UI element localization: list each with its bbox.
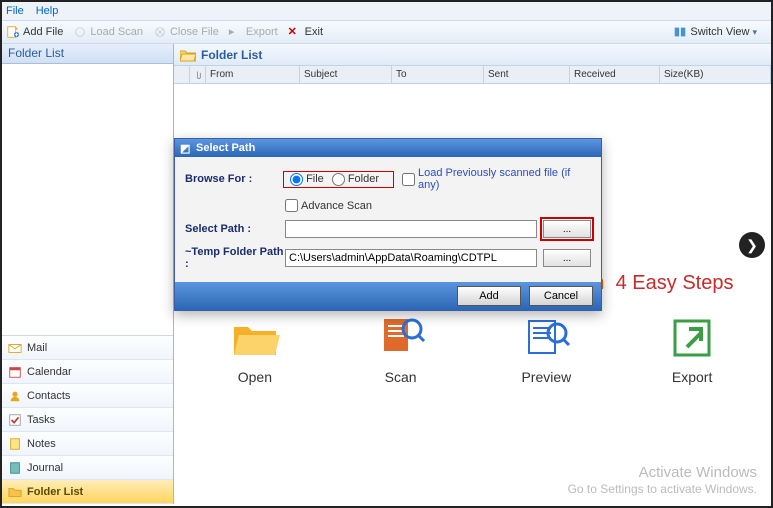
export-arrow-icon — [667, 313, 717, 363]
sidebar-item-folder-list[interactable]: Folder List — [2, 480, 173, 504]
sidebar-head: Folder List — [2, 44, 173, 64]
load-prev-input[interactable] — [402, 173, 415, 186]
load-scan-icon — [73, 25, 87, 39]
close-file-label: Close File — [170, 26, 219, 38]
sidebar-item-mail[interactable]: Mail — [2, 336, 173, 360]
column-headers: From Subject To Sent Received Size(KB) — [174, 66, 771, 84]
cancel-button[interactable]: Cancel — [529, 286, 593, 306]
exit-button[interactable]: ✕ Exit — [288, 25, 323, 39]
browse-for-label: Browse For : — [185, 173, 283, 185]
radio-folder[interactable]: Folder — [332, 173, 379, 186]
add-file-icon — [6, 25, 20, 39]
dialog-titlebar: ◩ Select Path — [175, 139, 601, 157]
step-preview: Preview — [521, 313, 571, 385]
col-flag[interactable] — [174, 66, 190, 83]
journal-icon — [8, 461, 22, 475]
menubar: File Help — [2, 2, 771, 20]
temp-path-label: ~Temp Folder Path : — [185, 246, 285, 270]
sidebar-item-label: Folder List — [27, 486, 83, 498]
step-open: Open — [230, 313, 280, 385]
sidebar-item-label: Calendar — [27, 366, 72, 378]
col-size[interactable]: Size(KB) — [660, 66, 771, 83]
radio-folder-input[interactable] — [332, 173, 345, 186]
col-subject[interactable]: Subject — [300, 66, 392, 83]
step-scan: Scan — [376, 313, 426, 385]
toolbar: Add File Load Scan Close File ▸ Export ✕… — [2, 20, 771, 44]
advance-scan-input[interactable] — [285, 199, 298, 212]
switch-view-icon — [673, 25, 687, 39]
preview-icon — [521, 313, 571, 363]
sidebar-item-journal[interactable]: Journal — [2, 456, 173, 480]
load-scan-label: Load Scan — [90, 26, 143, 38]
menu-file[interactable]: File — [6, 5, 24, 17]
sidebar-item-notes[interactable]: Notes — [2, 432, 173, 456]
chevron-down-icon: ▾ — [752, 27, 757, 38]
exit-icon: ✕ — [288, 25, 302, 39]
menu-help[interactable]: Help — [36, 5, 59, 17]
sidebar-item-label: Notes — [27, 438, 56, 450]
sidebar-item-calendar[interactable]: Calendar — [2, 360, 173, 384]
browse-temp-button[interactable]: ... — [543, 249, 591, 267]
close-file-icon — [153, 25, 167, 39]
dialog-icon: ◩ — [180, 142, 192, 154]
sidebar: Folder List Mail Calendar Contacts Tasks… — [2, 44, 174, 504]
radio-file[interactable]: File — [290, 173, 324, 186]
dialog-footer: Add Cancel — [175, 282, 601, 310]
folder-open-icon — [180, 48, 196, 62]
next-button[interactable]: ❯ — [739, 232, 765, 258]
switch-view-button[interactable]: Switch View ▾ — [673, 25, 757, 39]
sidebar-item-label: Tasks — [27, 414, 55, 426]
tasks-icon — [8, 413, 22, 427]
advance-scan-checkbox[interactable]: Advance Scan — [285, 199, 372, 212]
export-button[interactable]: ▸ Export — [229, 25, 278, 39]
exit-label: Exit — [305, 26, 323, 38]
content-title: Folder List — [201, 48, 262, 62]
select-path-dialog: ◩ Select Path Browse For : File Folder L… — [174, 138, 602, 311]
load-prev-checkbox[interactable]: Load Previously scanned file (if any) — [402, 167, 591, 191]
contacts-icon — [8, 389, 22, 403]
windows-watermark: Activate Windows Go to Settings to activ… — [568, 463, 757, 498]
export-label: Export — [246, 26, 278, 38]
close-file-button[interactable]: Close File — [153, 25, 219, 39]
select-path-input[interactable] — [285, 220, 537, 238]
sidebar-tree — [2, 64, 173, 335]
col-to[interactable]: To — [392, 66, 484, 83]
calendar-icon — [8, 365, 22, 379]
add-file-label: Add File — [23, 26, 63, 38]
notes-icon — [8, 437, 22, 451]
content-head: Folder List — [174, 44, 771, 66]
sidebar-nav: Mail Calendar Contacts Tasks Notes Journ… — [2, 335, 173, 504]
browse-path-button[interactable]: ... — [543, 220, 591, 238]
step-export: Export — [667, 313, 717, 385]
export-icon: ▸ — [229, 25, 243, 39]
mail-icon — [8, 341, 22, 355]
sidebar-item-label: Mail — [27, 342, 47, 354]
sidebar-item-tasks[interactable]: Tasks — [2, 408, 173, 432]
sidebar-item-label: Journal — [27, 462, 63, 474]
sidebar-item-label: Contacts — [27, 390, 70, 402]
col-sent[interactable]: Sent — [484, 66, 570, 83]
load-scan-button[interactable]: Load Scan — [73, 25, 143, 39]
col-received[interactable]: Received — [570, 66, 660, 83]
radio-file-input[interactable] — [290, 173, 303, 186]
add-button[interactable]: Add — [457, 286, 521, 306]
browse-radio-group: File Folder — [283, 171, 394, 188]
add-file-button[interactable]: Add File — [6, 25, 63, 39]
open-folder-icon — [230, 313, 280, 363]
folder-icon — [8, 485, 22, 499]
switch-view-label: Switch View — [690, 26, 749, 38]
sidebar-item-contacts[interactable]: Contacts — [2, 384, 173, 408]
temp-path-input[interactable] — [285, 249, 537, 267]
select-path-label: Select Path : — [185, 223, 285, 235]
col-attach[interactable] — [190, 66, 206, 83]
scan-icon — [376, 313, 426, 363]
col-from[interactable]: From — [206, 66, 300, 83]
promo-steps: Open Scan Preview Export — [182, 313, 765, 385]
